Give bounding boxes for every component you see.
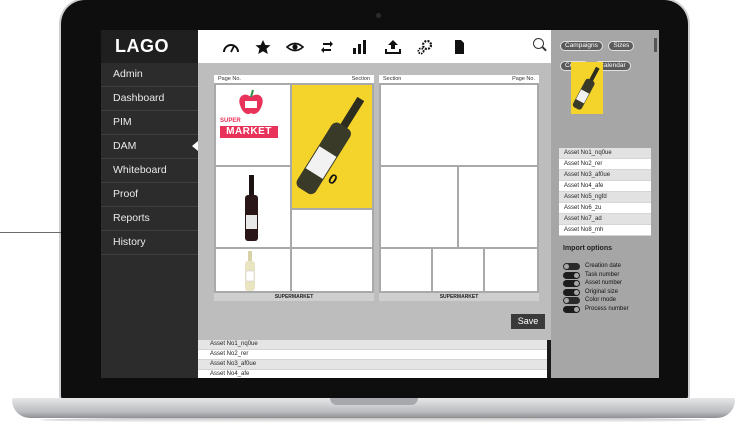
toggle-process-number[interactable]	[563, 305, 580, 313]
camera-dot	[376, 13, 381, 18]
option-original-size: Original size	[559, 288, 651, 297]
import-options-panel: Import options Creation date Task number…	[559, 243, 651, 378]
red-wine-bottle-image	[245, 175, 258, 241]
red-wine-cell[interactable]	[216, 167, 290, 247]
section-label: Section	[351, 76, 370, 82]
settings-gears-icon[interactable]	[416, 39, 434, 55]
list-item[interactable]: Asset No1_nq0ue	[198, 340, 547, 350]
list-item[interactable]: Asset No7_ad	[559, 214, 651, 225]
option-label: Process number	[585, 305, 629, 312]
apple-logo-icon	[239, 89, 263, 115]
option-label: Creation date	[585, 263, 622, 269]
tag-sizes[interactable]: Sizes	[608, 41, 635, 51]
wine-bottle-image	[296, 96, 365, 195]
app-screen: LAGO Admin Dashboard PIM DAM Whiteboard …	[101, 30, 659, 378]
laptop-base-notch	[330, 398, 418, 405]
logo-market-text: MARKET	[220, 126, 278, 138]
sidebar-item-whiteboard[interactable]: Whiteboard	[101, 159, 198, 183]
sidebar-item-reports[interactable]: Reports	[101, 207, 198, 231]
upload-icon[interactable]	[384, 39, 402, 55]
layout-cell-empty[interactable]	[381, 85, 537, 165]
page-header: Page No. Section	[214, 75, 374, 83]
list-item[interactable]: Asset No2_rer	[198, 350, 547, 360]
sidebar-item-proof[interactable]: Proof	[101, 183, 198, 207]
page-footer: SUPERMARKET	[379, 293, 539, 301]
page-number-label: Page No.	[512, 76, 535, 82]
option-label: Task number	[585, 271, 620, 278]
sidebar-item-history[interactable]: History	[101, 231, 198, 255]
sidebar: LAGO Admin Dashboard PIM DAM Whiteboard …	[101, 30, 198, 378]
layout-cell-empty[interactable]	[381, 249, 431, 291]
layout-page-left[interactable]: Page No. Section SUPER MARKET 0 SUPERMAR…	[214, 75, 374, 301]
layout-page-right[interactable]: Section Page No. SUPERMARKET	[379, 75, 539, 301]
supermarket-logo-cell[interactable]: SUPER MARKET	[216, 85, 290, 165]
document-icon[interactable]	[450, 39, 468, 55]
toggle-color-mode[interactable]	[563, 297, 580, 305]
app-logo: LAGO	[101, 30, 198, 63]
sidebar-item-pim[interactable]: PIM	[101, 111, 198, 135]
toggle-original-size[interactable]	[563, 288, 580, 296]
sidebar-item-dam[interactable]: DAM	[101, 135, 198, 159]
toggle-task-number[interactable]	[563, 271, 580, 279]
bar-chart-icon[interactable]	[350, 39, 368, 55]
list-item[interactable]: Asset No3_af0ue	[559, 170, 651, 181]
search-area[interactable]	[483, 30, 551, 63]
right-panel-scrollbar[interactable]	[654, 38, 657, 52]
option-label: Color mode	[585, 297, 617, 304]
sidebar-item-dashboard[interactable]: Dashboard	[101, 87, 198, 111]
import-options-title: Import options	[563, 245, 612, 252]
featured-wine-image[interactable]: 0	[292, 85, 372, 208]
tag-campaigns[interactable]: Campaigns	[560, 41, 603, 51]
page-header: Section Page No.	[379, 75, 539, 83]
list-item[interactable]: Asset No6_zu	[559, 203, 651, 214]
eye-icon[interactable]	[286, 39, 304, 55]
toggle-creation-date[interactable]	[563, 263, 580, 270]
sync-icon[interactable]	[318, 39, 336, 55]
list-item[interactable]: Asset No2_rer	[559, 159, 651, 170]
white-wine-bottle-image	[245, 251, 255, 291]
list-item[interactable]: Asset No8_mh	[559, 225, 651, 236]
layout-cell-empty[interactable]	[485, 249, 537, 291]
option-label: Original size	[585, 288, 619, 295]
option-label: Asset number	[585, 280, 623, 287]
option-asset-number: Asset number	[559, 279, 651, 288]
sidebar-item-admin[interactable]: Admin	[101, 63, 198, 87]
list-item[interactable]: Asset No1_nq0ue	[559, 148, 651, 159]
section-label: Section	[383, 76, 402, 82]
asset-list: Asset No1_nq0ue Asset No2_rer Asset No3_…	[559, 148, 651, 236]
toggle-asset-number[interactable]	[563, 280, 580, 288]
list-item[interactable]: Asset No4_afe	[198, 370, 547, 378]
layout-workspace: Page No. Section SUPER MARKET 0 SUPERMAR…	[198, 63, 551, 378]
layout-cell-empty[interactable]	[292, 249, 372, 291]
option-task-number: Task number	[559, 271, 651, 280]
list-item[interactable]: Asset No5_ngfd	[559, 192, 651, 203]
list-item[interactable]: Asset No3_af0ue	[198, 360, 547, 370]
list-item[interactable]: Asset No4_afe	[559, 181, 651, 192]
star-icon[interactable]	[254, 39, 272, 55]
page-footer: SUPERMARKET	[214, 293, 374, 301]
layout-cell-empty[interactable]	[459, 167, 537, 247]
preview-bottle-image	[572, 66, 600, 110]
layout-cell-empty[interactable]	[292, 210, 372, 247]
option-creation-date: Creation date	[559, 262, 651, 271]
layout-cell-empty[interactable]	[433, 249, 483, 291]
option-color-mode: Color mode	[559, 296, 651, 305]
option-process-number: Process number	[559, 305, 651, 314]
dashboard-gauge-icon[interactable]	[222, 39, 240, 55]
white-wine-cell[interactable]	[216, 249, 290, 291]
asset-preview[interactable]	[571, 62, 603, 114]
page-number-label: Page No.	[218, 76, 241, 82]
search-icon[interactable]	[533, 38, 544, 49]
asset-list-bottom: Asset No1_nq0ue Asset No2_rer Asset No3_…	[198, 340, 547, 378]
save-button[interactable]: Save	[511, 314, 545, 329]
right-panel: Campaigns Sizes Colors Calendar Asset No…	[551, 30, 659, 378]
layout-cell-empty[interactable]	[381, 167, 457, 247]
laptop-shadow	[40, 417, 707, 423]
logo-super-text: SUPER	[220, 118, 241, 124]
